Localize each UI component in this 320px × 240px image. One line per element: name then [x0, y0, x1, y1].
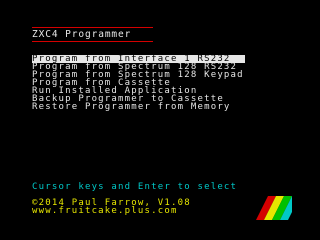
instructions-hint: Cursor keys and Enter to select	[32, 182, 238, 192]
title-rule-bottom	[32, 41, 153, 42]
page-title: ZXC4 Programmer	[32, 29, 132, 40]
menu-item-restore-from-memory[interactable]: Restore Programmer from Memory	[32, 103, 245, 112]
spectrum-rainbow-stripes-logo	[256, 196, 292, 220]
website-url: www.fruitcake.plus.com	[32, 206, 178, 216]
zx-screen: ZXC4 Programmer Program from Interface 1…	[0, 0, 320, 240]
main-menu: Program from Interface 1 RS232 Program f…	[32, 55, 245, 112]
title-rule-top	[32, 27, 153, 28]
